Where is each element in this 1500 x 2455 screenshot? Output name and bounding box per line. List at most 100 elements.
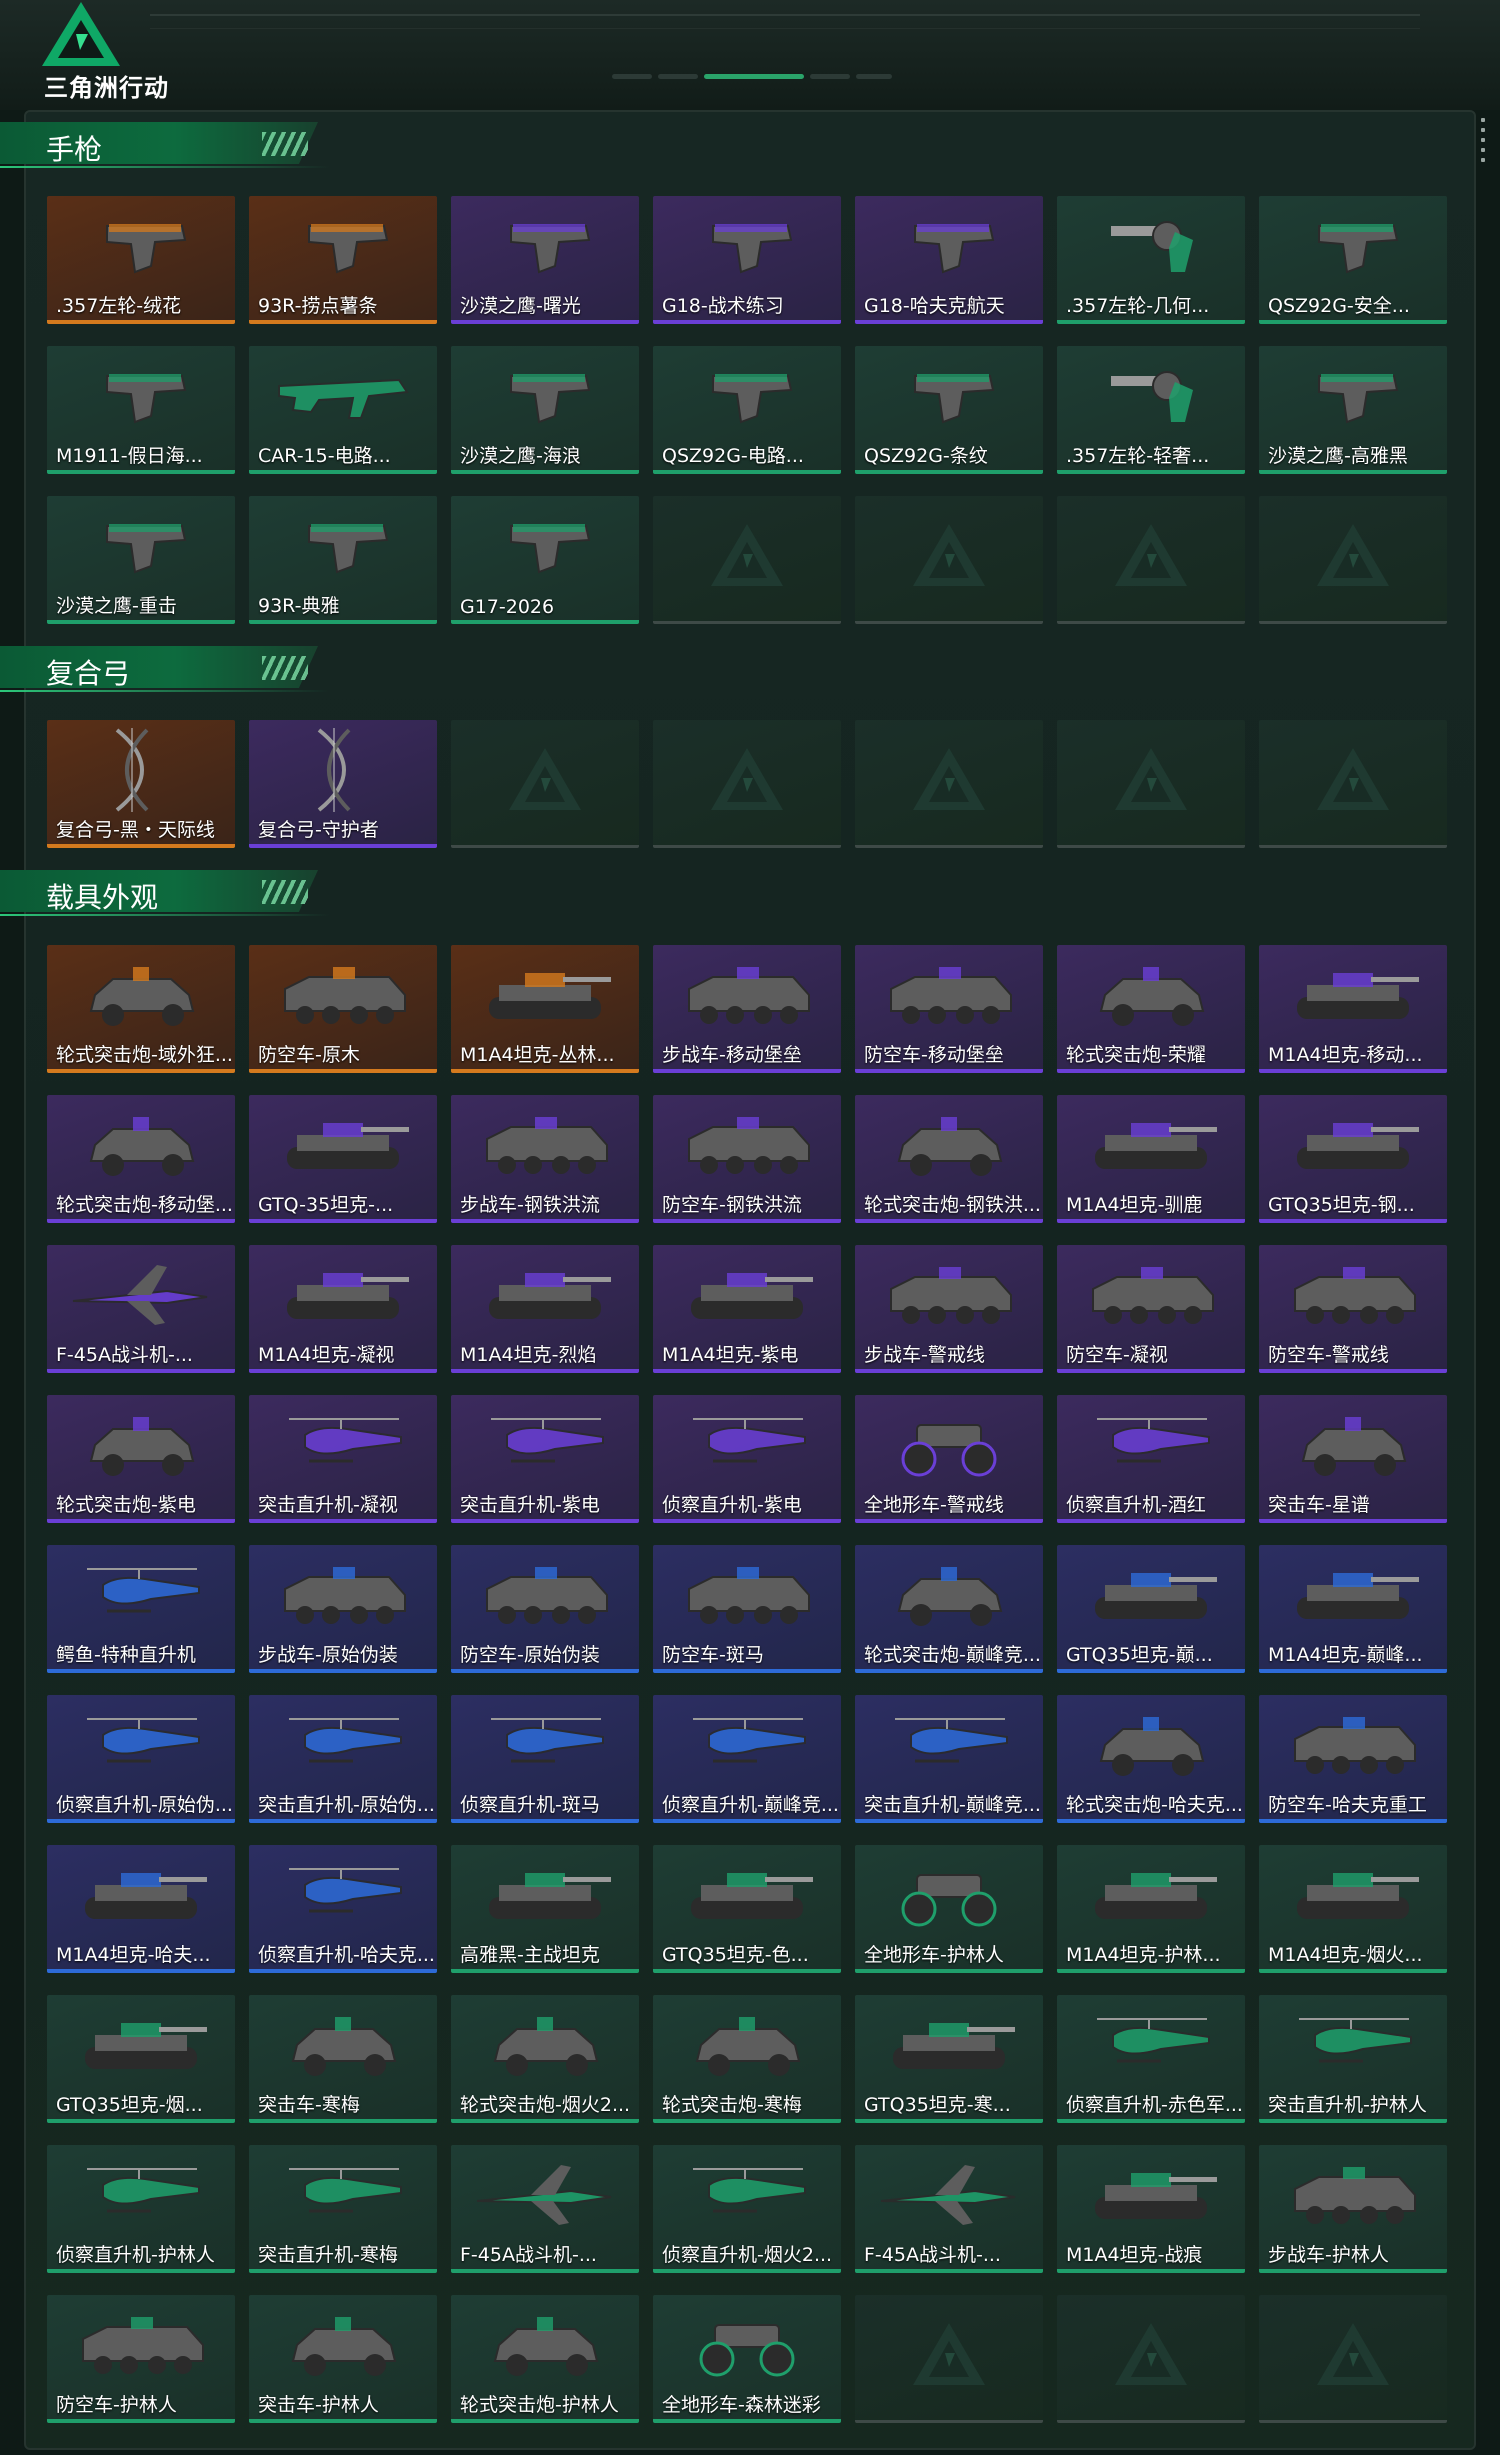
skin-tile[interactable]: 沙漠之鹰-曙光 — [451, 196, 639, 324]
skin-tile[interactable]: G18-战术练习 — [653, 196, 841, 324]
skin-tile[interactable]: 93R-捞点薯条 — [249, 196, 437, 324]
skin-tile[interactable]: 侦察直升机-护林人 — [47, 2145, 235, 2273]
skin-tile[interactable]: QSZ92G-电路... — [653, 346, 841, 474]
skin-tile[interactable]: GTQ35坦克-寒... — [855, 1995, 1043, 2123]
skin-tile[interactable]: 突击直升机-紫电 — [451, 1395, 639, 1523]
skin-tile[interactable]: 步战车-警戒线 — [855, 1245, 1043, 1373]
skin-tile[interactable]: 沙漠之鹰-重击 — [47, 496, 235, 624]
skin-tile[interactable]: M1A4坦克-烈焰 — [451, 1245, 639, 1373]
skin-tile[interactable]: GTQ-35坦克-... — [249, 1095, 437, 1223]
skin-tile[interactable]: 侦察直升机-烟火2... — [653, 2145, 841, 2273]
skin-tile[interactable]: 轮式突击炮-钢铁洪... — [855, 1095, 1043, 1223]
skin-tile[interactable]: M1A4坦克-战痕 — [1057, 2145, 1245, 2273]
skin-tile[interactable]: M1A4坦克-紫电 — [653, 1245, 841, 1373]
skin-tile[interactable]: 防空车-哈夫克重工 — [1259, 1695, 1447, 1823]
skin-image — [901, 1424, 997, 1477]
scrollbar-handle[interactable] — [1480, 114, 1486, 174]
skin-tile[interactable]: 侦察直升机-紫电 — [653, 1395, 841, 1523]
skin-tile[interactable]: 全地形车-护林人 — [855, 1845, 1043, 1973]
skin-tile[interactable]: F-45A战斗机-... — [451, 2145, 639, 2273]
skin-tile[interactable]: 突击直升机-凝视 — [249, 1395, 437, 1523]
skin-tile[interactable]: M1A4坦克-凝视 — [249, 1245, 437, 1373]
skin-tile[interactable]: 复合弓-黑・天际线 — [47, 720, 235, 848]
skin-tile[interactable]: 防空车-护林人 — [47, 2295, 235, 2423]
skin-tile[interactable]: M1911-假日海... — [47, 346, 235, 474]
skin-tile[interactable]: M1A4坦克-巅峰... — [1259, 1545, 1447, 1673]
skin-tile[interactable]: M1A4坦克-移动... — [1259, 945, 1447, 1073]
skin-tile[interactable]: 侦察直升机-赤色军... — [1057, 1995, 1245, 2123]
skin-tile[interactable]: GTQ35坦克-色... — [653, 1845, 841, 1973]
skin-tile[interactable]: 步战车-钢铁洪流 — [451, 1095, 639, 1223]
skin-tile[interactable]: QSZ92G-条纹 — [855, 346, 1043, 474]
skin-tile[interactable]: 轮式突击炮-寒梅 — [653, 1995, 841, 2123]
skin-tile[interactable]: 93R-典雅 — [249, 496, 437, 624]
skin-tile[interactable]: 轮式突击炮-域外狂... — [47, 945, 235, 1073]
skin-name: G18-哈夫克航天 — [864, 295, 1005, 317]
skin-tile[interactable]: 防空车-斑马 — [653, 1545, 841, 1673]
skin-tile[interactable]: 全地形车-警戒线 — [855, 1395, 1043, 1523]
skin-image — [1301, 1417, 1407, 1476]
skin-tile[interactable]: QSZ92G-安全... — [1259, 196, 1447, 324]
skin-tile[interactable]: G18-哈夫克航天 — [855, 196, 1043, 324]
skin-name: 沙漠之鹰-高雅黑 — [1268, 445, 1408, 467]
section-header: 手枪 — [0, 118, 330, 170]
skin-tile[interactable]: 防空车-移动堡垒 — [855, 945, 1043, 1073]
rarity-bar — [451, 470, 639, 474]
skin-tile[interactable]: F-45A战斗机-... — [47, 1245, 235, 1373]
skin-tile[interactable]: 轮式突击炮-烟火2... — [451, 1995, 639, 2123]
skin-tile[interactable]: 突击直升机-原始伪... — [249, 1695, 437, 1823]
skin-tile[interactable]: 轮式突击炮-移动堡... — [47, 1095, 235, 1223]
skin-tile[interactable]: 沙漠之鹰-海浪 — [451, 346, 639, 474]
skin-tile[interactable]: 复合弓-守护者 — [249, 720, 437, 848]
skin-tile[interactable]: 突击车-护林人 — [249, 2295, 437, 2423]
skin-tile[interactable]: GTQ35坦克-烟... — [47, 1995, 235, 2123]
skin-tile[interactable]: 轮式突击炮-护林人 — [451, 2295, 639, 2423]
skin-tile[interactable]: 步战车-护林人 — [1259, 2145, 1447, 2273]
skin-tile[interactable]: 步战车-原始伪装 — [249, 1545, 437, 1673]
skin-tile[interactable]: 防空车-钢铁洪流 — [653, 1095, 841, 1223]
skin-name: 步战车-护林人 — [1268, 2244, 1389, 2266]
skin-tile[interactable]: M1A4坦克-烟火... — [1259, 1845, 1447, 1973]
skin-tile[interactable]: M1A4坦克-丛林... — [451, 945, 639, 1073]
skin-name: M1A4坦克-哈夫... — [56, 1944, 211, 1966]
skin-tile[interactable]: GTQ35坦克-巅... — [1057, 1545, 1245, 1673]
skin-tile[interactable]: 侦察直升机-哈夫克... — [249, 1845, 437, 1973]
slot-bar — [1259, 2420, 1447, 2423]
skin-image — [1294, 2167, 1416, 2224]
skin-tile[interactable]: 轮式突击炮-紫电 — [47, 1395, 235, 1523]
skin-tile[interactable]: 侦察直升机-原始伪... — [47, 1695, 235, 1823]
skin-tile[interactable]: CAR-15-电路... — [249, 346, 437, 474]
skin-tile[interactable]: .357左轮-几何... — [1057, 196, 1245, 324]
skin-tile[interactable]: 鳄鱼-特种直升机 — [47, 1545, 235, 1673]
skin-tile[interactable]: 步战车-移动堡垒 — [653, 945, 841, 1073]
skin-tile[interactable]: M1A4坦克-护林... — [1057, 1845, 1245, 1973]
skin-tile[interactable]: 沙漠之鹰-高雅黑 — [1259, 346, 1447, 474]
skin-tile[interactable]: 突击直升机-护林人 — [1259, 1995, 1447, 2123]
skin-tile[interactable]: 防空车-警戒线 — [1259, 1245, 1447, 1373]
skin-tile[interactable]: 防空车-原木 — [249, 945, 437, 1073]
skin-tile[interactable]: 突击车-寒梅 — [249, 1995, 437, 2123]
skin-tile[interactable]: 侦察直升机-酒红 — [1057, 1395, 1245, 1523]
skin-tile[interactable]: 全地形车-森林迷彩 — [653, 2295, 841, 2423]
skin-tile[interactable]: .357左轮-轻奢... — [1057, 346, 1245, 474]
rarity-bar — [653, 1519, 841, 1523]
skin-tile[interactable]: 侦察直升机-巅峰竞... — [653, 1695, 841, 1823]
rarity-bar — [653, 1369, 841, 1373]
skin-tile[interactable]: 突击车-星谱 — [1259, 1395, 1447, 1523]
skin-tile[interactable]: .357左轮-绒花 — [47, 196, 235, 324]
skin-tile[interactable]: 防空车-原始伪装 — [451, 1545, 639, 1673]
skin-tile[interactable]: 高雅黑-主战坦克 — [451, 1845, 639, 1973]
skin-tile[interactable]: M1A4坦克-哈夫... — [47, 1845, 235, 1973]
skin-tile[interactable]: F-45A战斗机-... — [855, 2145, 1043, 2273]
skin-tile[interactable]: 轮式突击炮-哈夫克... — [1057, 1695, 1245, 1823]
skin-tile[interactable]: G17-2026 — [451, 496, 639, 624]
skin-tile[interactable]: 突击直升机-寒梅 — [249, 2145, 437, 2273]
skin-tile[interactable]: 轮式突击炮-巅峰竞... — [855, 1545, 1043, 1673]
skin-tile[interactable]: GTQ35坦克-钢... — [1259, 1095, 1447, 1223]
skin-tile[interactable]: 轮式突击炮-荣耀 — [1057, 945, 1245, 1073]
skin-tile[interactable]: 侦察直升机-斑马 — [451, 1695, 639, 1823]
skin-tile[interactable]: M1A4坦克-驯鹿 — [1057, 1095, 1245, 1223]
skin-tile[interactable]: 突击直升机-巅峰竞... — [855, 1695, 1043, 1823]
skin-tile[interactable]: 防空车-凝视 — [1057, 1245, 1245, 1373]
skin-image — [87, 1568, 200, 1613]
